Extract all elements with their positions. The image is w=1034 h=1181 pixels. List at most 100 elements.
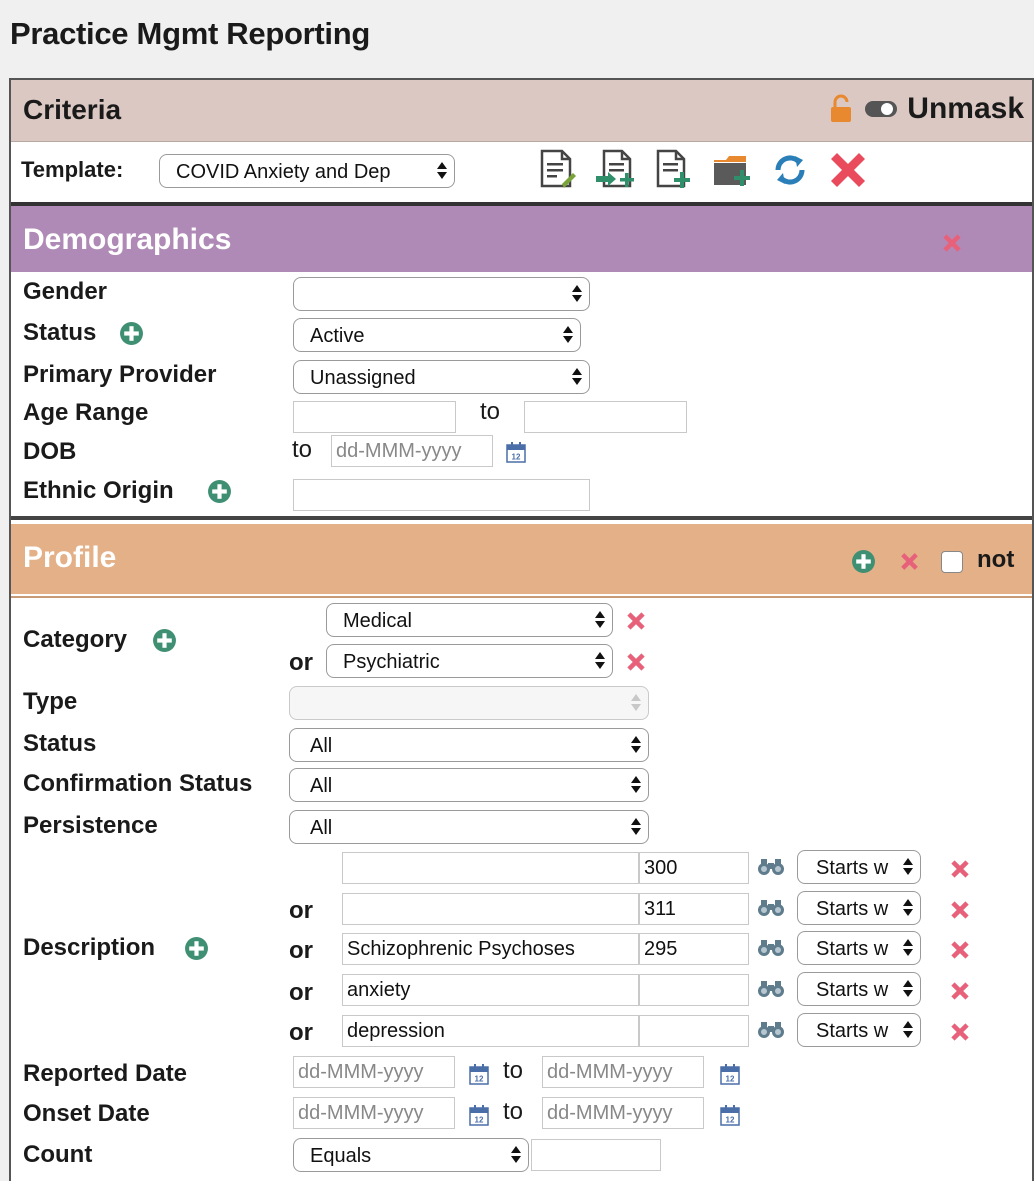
description-code-input[interactable]: 295: [639, 933, 749, 965]
add-description-icon[interactable]: [184, 936, 209, 961]
import-document-icon[interactable]: [594, 148, 638, 192]
onset-date-to-input[interactable]: dd-MMM-yyyy: [542, 1097, 704, 1129]
confirmation-status-value: All: [310, 775, 333, 797]
refresh-icon[interactable]: [768, 148, 812, 192]
remove-description-icon[interactable]: [947, 937, 973, 963]
remove-description-icon[interactable]: [947, 978, 973, 1004]
description-code-input[interactable]: [639, 1015, 749, 1047]
binoculars-icon[interactable]: [757, 898, 785, 918]
or-label: or: [289, 1019, 313, 1046]
category-select-1[interactable]: Medical: [326, 603, 613, 637]
template-select[interactable]: COVID Anxiety and Dep: [159, 154, 455, 188]
ethnic-origin-input[interactable]: [293, 479, 590, 511]
report-criteria-panel: Criteria Unmask Template: COVID Anxiety …: [9, 78, 1034, 1181]
remove-profile-icon[interactable]: [897, 549, 922, 574]
match-type-value: Starts w: [816, 938, 889, 960]
category-label: Category: [23, 626, 128, 653]
profile-status-value: All: [310, 735, 333, 757]
remove-category-icon[interactable]: [623, 649, 649, 675]
profile-title: Profile: [23, 541, 117, 574]
match-type-value: Starts w: [816, 1020, 889, 1042]
profile-header: Profile not: [11, 524, 1032, 594]
select-arrows-icon: [569, 281, 583, 307]
remove-description-icon[interactable]: [947, 1019, 973, 1045]
criteria-title: Criteria: [23, 94, 122, 125]
count-operator-value: Equals: [310, 1145, 372, 1167]
calendar-icon[interactable]: [718, 1103, 742, 1127]
age-range-label: Age Range: [23, 399, 149, 426]
unlock-icon[interactable]: [829, 94, 855, 124]
match-type-select[interactable]: Starts w: [797, 1013, 921, 1047]
persistence-select[interactable]: All: [289, 810, 649, 844]
remove-description-icon[interactable]: [947, 856, 973, 882]
primary-provider-select[interactable]: Unassigned: [293, 360, 590, 394]
delete-icon[interactable]: [826, 148, 870, 192]
edit-document-icon[interactable]: [536, 148, 580, 192]
remove-section-icon[interactable]: [939, 230, 965, 256]
calendar-icon[interactable]: [467, 1103, 491, 1127]
match-type-select[interactable]: Starts w: [797, 931, 921, 965]
select-arrows-icon: [900, 935, 914, 961]
select-arrows-icon: [628, 732, 642, 758]
reported-date-to-input[interactable]: dd-MMM-yyyy: [542, 1056, 704, 1088]
persistence-label: Persistence: [23, 812, 158, 839]
remove-description-icon[interactable]: [947, 897, 973, 923]
not-checkbox[interactable]: [941, 551, 963, 573]
description-text-input[interactable]: [342, 893, 639, 925]
description-text-input[interactable]: Schizophrenic Psychoses: [342, 933, 639, 965]
toggle-switch-icon[interactable]: [865, 100, 898, 118]
binoculars-icon[interactable]: [757, 938, 785, 958]
match-type-select[interactable]: Starts w: [797, 850, 921, 884]
onset-date-from-input[interactable]: dd-MMM-yyyy: [293, 1097, 455, 1129]
template-row: Template: COVID Anxiety and Dep: [11, 142, 1032, 198]
or-label: or: [289, 937, 313, 964]
primary-provider-label: Primary Provider: [23, 361, 217, 388]
status-select[interactable]: Active: [293, 318, 581, 352]
description-text-input[interactable]: anxiety: [342, 974, 639, 1006]
add-document-icon[interactable]: [652, 148, 696, 192]
calendar-icon[interactable]: [718, 1062, 742, 1086]
count-input[interactable]: [531, 1139, 661, 1171]
confirmation-status-select[interactable]: All: [289, 768, 649, 802]
add-folder-icon[interactable]: [710, 148, 754, 192]
calendar-icon[interactable]: [504, 440, 528, 464]
add-profile-icon[interactable]: [851, 549, 876, 574]
select-arrows-icon: [900, 976, 914, 1002]
type-label: Type: [23, 688, 78, 715]
match-type-value: Starts w: [816, 898, 889, 920]
demographics-body: Gender Status Active Primary Provider Un…: [11, 272, 1032, 520]
description-code-input[interactable]: 300: [639, 852, 749, 884]
count-operator-select[interactable]: Equals: [293, 1138, 529, 1172]
add-ethnic-origin-icon[interactable]: [207, 479, 232, 504]
remove-category-icon[interactable]: [623, 608, 649, 634]
type-select[interactable]: [289, 686, 649, 720]
category-select-2[interactable]: Psychiatric: [326, 644, 613, 678]
age-to-input[interactable]: [524, 401, 687, 433]
reported-date-from-input[interactable]: dd-MMM-yyyy: [293, 1056, 455, 1088]
description-text-input[interactable]: [342, 852, 639, 884]
dob-input[interactable]: dd-MMM-yyyy: [331, 435, 493, 467]
page-title: Practice Mgmt Reporting: [10, 16, 370, 51]
calendar-icon[interactable]: [467, 1062, 491, 1086]
status-select-value: Active: [310, 325, 365, 347]
binoculars-icon[interactable]: [757, 979, 785, 999]
binoculars-icon[interactable]: [757, 857, 785, 877]
description-code-input[interactable]: [639, 974, 749, 1006]
age-from-input[interactable]: [293, 401, 456, 433]
ethnic-origin-label: Ethnic Origin: [23, 477, 174, 504]
primary-provider-value: Unassigned: [310, 367, 416, 389]
match-type-select[interactable]: Starts w: [797, 891, 921, 925]
add-status-icon[interactable]: [119, 321, 144, 346]
description-text-input[interactable]: depression: [342, 1015, 639, 1047]
unmask-label[interactable]: Unmask: [907, 92, 1024, 126]
gender-select[interactable]: [293, 277, 590, 311]
binoculars-icon[interactable]: [757, 1020, 785, 1040]
profile-status-select[interactable]: All: [289, 728, 649, 762]
template-select-value: COVID Anxiety and Dep: [176, 161, 391, 183]
demographics-title: Demographics: [23, 223, 232, 256]
add-category-icon[interactable]: [152, 628, 177, 653]
select-arrows-icon: [592, 607, 606, 633]
description-code-input[interactable]: 311: [639, 893, 749, 925]
criteria-header: Criteria Unmask: [11, 80, 1032, 142]
match-type-select[interactable]: Starts w: [797, 972, 921, 1006]
